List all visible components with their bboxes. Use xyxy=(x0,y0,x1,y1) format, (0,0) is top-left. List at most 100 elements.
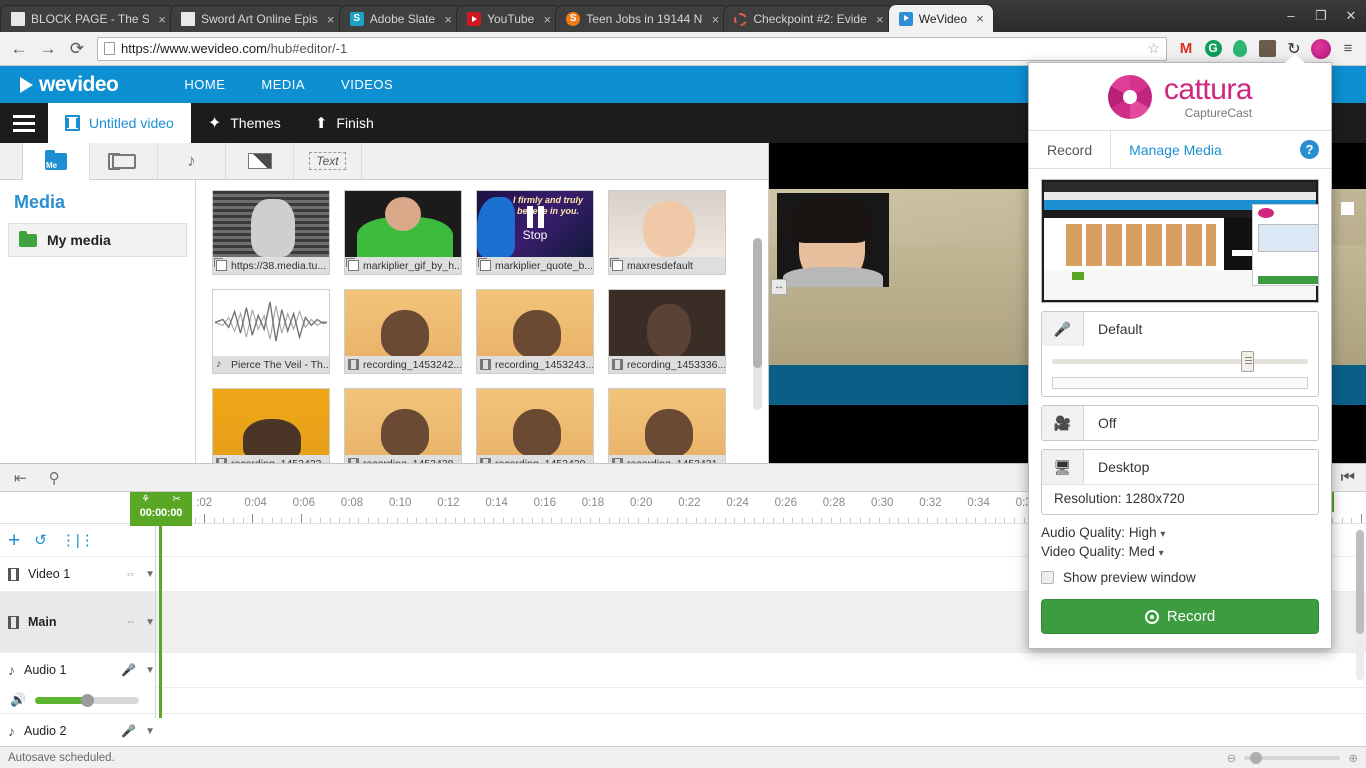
browser-tab-adobe-slate[interactable]: S Adobe Slate × xyxy=(339,5,462,32)
show-preview-checkbox[interactable] xyxy=(1041,571,1054,584)
slider-knob[interactable] xyxy=(1241,351,1254,372)
cattura-extension-icon[interactable] xyxy=(1309,37,1333,61)
chevron-down-icon[interactable]: ▾ xyxy=(1160,529,1165,540)
lane-audio-1[interactable] xyxy=(156,652,1366,687)
media-item[interactable]: I firmly and truly believe in you. Stop … xyxy=(476,190,594,275)
chevron-down-icon[interactable]: ▾ xyxy=(1159,548,1164,559)
media-scrollbar[interactable] xyxy=(753,238,762,410)
reload-icon[interactable]: ⟳ xyxy=(64,36,90,62)
camera-source-row[interactable]: 🎥 Off xyxy=(1042,406,1318,440)
scrollbar-thumb[interactable] xyxy=(1356,530,1364,634)
nav-item-home[interactable]: HOME xyxy=(184,77,225,92)
tab-manage-media[interactable]: Manage Media xyxy=(1111,131,1240,168)
scrollbar-thumb[interactable] xyxy=(753,238,762,368)
record-button[interactable]: Record xyxy=(1041,599,1319,634)
add-track-icon[interactable]: + xyxy=(8,530,20,551)
media-item[interactable]: recording_1453429... xyxy=(476,388,594,463)
browser-tab-teen-jobs[interactable]: S Teen Jobs in 19144 N × xyxy=(555,5,729,32)
chevron-down-icon[interactable]: ▼ xyxy=(145,726,155,737)
microphone-record-icon[interactable]: 🎤 xyxy=(121,724,136,738)
search-icon[interactable]: ⚲ xyxy=(49,469,60,487)
gmail-extension-icon[interactable]: M xyxy=(1174,37,1198,61)
track-volume-control[interactable]: 🔊 xyxy=(0,687,155,713)
tab-close-icon[interactable]: × xyxy=(441,12,455,27)
browser-tab-wevideo[interactable]: WeVideo × xyxy=(888,4,994,32)
audio-gain-slider[interactable] xyxy=(1042,346,1318,376)
media-item[interactable]: markiplier_gif_by_h... xyxy=(344,190,462,275)
minimize-button[interactable]: – xyxy=(1276,0,1306,32)
browser-tab-youtube[interactable]: YouTube × xyxy=(456,5,561,32)
zoom-in-icon[interactable]: ⊕ xyxy=(1348,751,1358,765)
nav-item-videos[interactable]: VIDEOS xyxy=(341,77,393,92)
chevron-down-icon[interactable]: ▼ xyxy=(145,569,155,580)
nav-item-media[interactable]: MEDIA xyxy=(261,77,305,92)
tab-close-icon[interactable]: × xyxy=(708,12,722,27)
magnet-snap-icon[interactable]: ↺ xyxy=(34,531,47,549)
speaker-icon[interactable]: 🔊 xyxy=(10,692,26,708)
audio-quality-option[interactable]: Audio Quality: High ▾ xyxy=(1029,523,1331,542)
marker-scissors-icon[interactable]: ✂ xyxy=(172,494,180,505)
split-clip-icon[interactable]: ⋮|⋮ xyxy=(61,531,95,549)
track-move-icon[interactable]: ⇔ xyxy=(125,568,136,580)
slider-track[interactable] xyxy=(1052,359,1308,364)
media-item[interactable]: maxresdefault xyxy=(608,190,726,275)
track-header-video-1[interactable]: Video 1 ⇔ ▼ xyxy=(0,556,155,591)
address-bar[interactable]: https://www.wevideo.com/hub#editor/-1 ☆ xyxy=(97,37,1167,61)
media-item[interactable]: recording_1453423... xyxy=(212,388,330,463)
marker-shield-icon[interactable]: ⚘ xyxy=(141,494,150,505)
finish-button[interactable]: ⬆ Finish xyxy=(298,103,391,143)
dropbox-extension-icon[interactable] xyxy=(1228,37,1252,61)
audio-source-row[interactable]: 🎤 Default xyxy=(1042,312,1318,346)
grammarly-extension-icon[interactable]: G xyxy=(1201,37,1225,61)
tab-my-media[interactable] xyxy=(22,143,90,180)
profile-avatar-icon[interactable] xyxy=(1255,37,1279,61)
preview-resize-handle[interactable]: ↔ xyxy=(771,279,787,295)
media-item[interactable]: recording_1453242... xyxy=(344,289,462,374)
back-icon[interactable]: ← xyxy=(6,36,32,62)
tab-record[interactable]: Record xyxy=(1029,131,1111,168)
browser-tab-sword-art-online[interactable]: Sword Art Online Epis × xyxy=(170,5,345,32)
tab-videos[interactable] xyxy=(90,143,158,179)
rewind-to-start-icon[interactable]: ⏮ xyxy=(1341,469,1352,487)
themes-button[interactable]: ✦ Themes xyxy=(191,103,298,143)
tab-close-icon[interactable]: × xyxy=(155,12,169,27)
zoom-slider[interactable] xyxy=(1244,756,1340,760)
collapse-panel-icon[interactable]: ⇤ xyxy=(14,469,27,487)
chevron-down-icon[interactable]: ▼ xyxy=(145,665,155,676)
track-header-audio-1[interactable]: ♪ Audio 1 🎤 ▼ xyxy=(0,652,155,687)
close-window-button[interactable]: ✕ xyxy=(1336,0,1366,32)
track-move-icon[interactable]: ⇔ xyxy=(125,616,136,628)
browser-tab-block-page[interactable]: BLOCK PAGE - The Sch × xyxy=(0,5,176,32)
track-header-audio-2[interactable]: ♪ Audio 2 🎤 ▼ xyxy=(0,713,155,748)
tab-close-icon[interactable]: × xyxy=(973,11,987,26)
maximize-button[interactable]: ❐ xyxy=(1306,0,1336,32)
project-title-tab[interactable]: Untitled video xyxy=(48,103,191,143)
tab-text[interactable]: Text xyxy=(294,143,362,179)
sidebar-item-my-media[interactable]: My media xyxy=(8,223,187,257)
tab-close-icon[interactable]: × xyxy=(324,12,338,27)
playhead-marker[interactable]: ⚘ ✂ 00:00:00 xyxy=(130,492,192,526)
track-header-main[interactable]: Main ⇔ ▼ xyxy=(0,591,155,652)
screen-source-row[interactable]: 🖥 Desktop xyxy=(1042,450,1318,484)
media-item[interactable]: ♪ Pierce The Veil - Th... xyxy=(212,289,330,374)
lane-audio-2[interactable] xyxy=(156,713,1366,748)
bookmark-star-icon[interactable]: ☆ xyxy=(1147,40,1160,57)
forward-icon[interactable]: → xyxy=(35,36,61,62)
show-preview-window-row[interactable]: Show preview window xyxy=(1029,561,1331,589)
media-item[interactable]: recording_1453336... xyxy=(608,289,726,374)
media-item[interactable]: https://38.media.tu... xyxy=(212,190,330,275)
hamburger-menu-icon[interactable] xyxy=(0,103,48,143)
tab-close-icon[interactable]: × xyxy=(540,12,554,27)
chevron-down-icon[interactable]: ▼ xyxy=(145,617,155,628)
stop-overlay[interactable]: Stop xyxy=(477,191,593,257)
video-quality-option[interactable]: Video Quality: Med ▾ xyxy=(1029,542,1331,561)
microphone-record-icon[interactable]: 🎤 xyxy=(121,663,136,677)
media-item[interactable]: recording_1453428... xyxy=(344,388,462,463)
tab-audio[interactable]: ♪ xyxy=(158,143,226,179)
media-item[interactable]: recording_1453243... xyxy=(476,289,594,374)
media-item[interactable]: recording_1453431... xyxy=(608,388,726,463)
chrome-menu-icon[interactable]: ≡ xyxy=(1336,37,1360,61)
timeline-vertical-scrollbar[interactable] xyxy=(1356,530,1364,680)
tab-transitions[interactable] xyxy=(226,143,294,179)
fullscreen-expand-icon[interactable] xyxy=(1334,195,1362,223)
